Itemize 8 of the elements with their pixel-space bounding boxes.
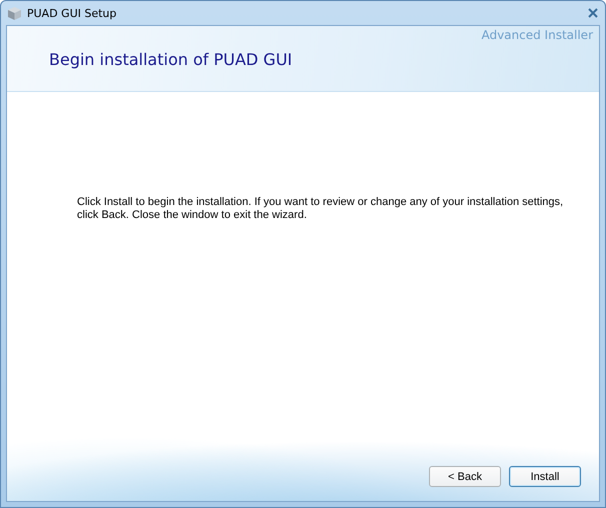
wizard-button[interactable]: Install bbox=[509, 466, 581, 487]
brand-label: Advanced Installer bbox=[481, 28, 593, 42]
page-heading: Begin installation of PUAD GUI bbox=[49, 50, 294, 69]
close-icon[interactable] bbox=[587, 8, 599, 18]
window-title: PUAD GUI Setup bbox=[27, 6, 118, 20]
wizard-button[interactable]: < Back bbox=[429, 466, 501, 487]
package-icon bbox=[7, 6, 22, 20]
instruction-text: Click Install to begin the installation. If you want to review or change any of your installation settings, click Back. Close the window to exit the wizard. bbox=[77, 196, 564, 222]
